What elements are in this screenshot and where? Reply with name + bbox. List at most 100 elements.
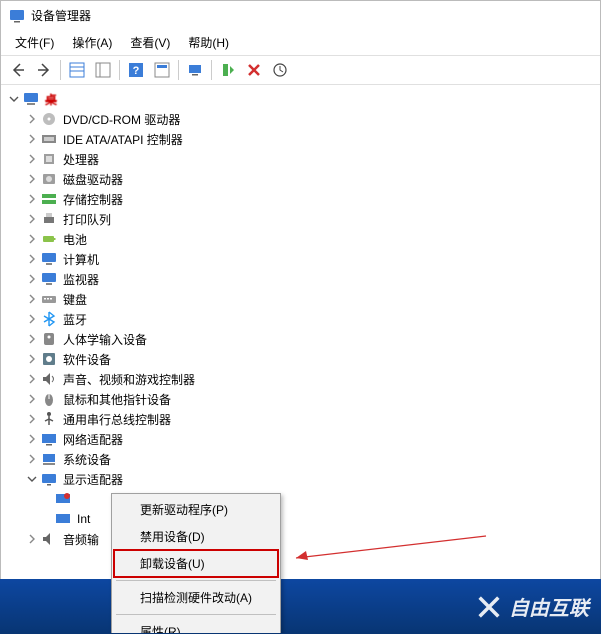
scan-hardware-button[interactable] [183,58,207,82]
watermark-bar: 自由互联 [0,579,601,634]
expand-icon[interactable] [25,332,39,346]
annotation-arrow [286,530,496,570]
audio-icon [41,531,57,547]
tree-category[interactable]: 系统设备 [3,449,598,469]
category-label: 蓝牙 [60,310,90,329]
expand-icon[interactable] [25,312,39,326]
category-label: 鼠标和其他指针设备 [60,390,174,409]
expand-icon[interactable] [25,372,39,386]
tree-category[interactable]: 存储控制器 [3,189,598,209]
detail-view-button[interactable] [65,58,89,82]
tree-item-gpu[interactable]: Int [3,509,598,529]
list-view-button[interactable] [91,58,115,82]
printer-icon [41,211,57,227]
expand-icon[interactable] [25,272,39,286]
expand-icon[interactable] [25,132,39,146]
ctx-scan-hardware[interactable]: 扫描检测硬件改动(A) [114,584,278,611]
battery-icon [41,231,57,247]
watermark-text: 自由互联 [509,592,589,621]
hid-icon [41,331,57,347]
disc-icon [41,111,57,127]
tree-category[interactable]: 电池 [3,229,598,249]
category-label: 音频输 [60,530,102,549]
device-tree[interactable]: 桌 DVD/CD-ROM 驱动器IDE ATA/ATAPI 控制器处理器磁盘驱动… [1,85,600,633]
tree-category[interactable]: 通用串行总线控制器 [3,409,598,429]
collapse-icon[interactable] [25,472,39,486]
expand-icon[interactable] [25,152,39,166]
ide-icon [41,131,57,147]
expand-icon[interactable] [25,412,39,426]
expand-icon[interactable] [25,192,39,206]
expand-icon[interactable] [25,172,39,186]
back-button[interactable] [6,58,30,82]
tree-category[interactable]: 键盘 [3,289,598,309]
cpu-icon [41,151,57,167]
tree-category[interactable]: 网络适配器 [3,429,598,449]
tree-category[interactable]: 监视器 [3,269,598,289]
tree-category[interactable]: 蓝牙 [3,309,598,329]
menu-file[interactable]: 文件(F) [7,32,62,53]
category-label: 显示适配器 [60,470,126,489]
tree-category[interactable]: 软件设备 [3,349,598,369]
category-label: 存储控制器 [60,190,126,209]
expand-icon[interactable] [25,352,39,366]
tree-root[interactable]: 桌 [3,89,598,109]
expand-icon[interactable] [25,432,39,446]
tree-category[interactable]: IDE ATA/ATAPI 控制器 [3,129,598,149]
category-label: 键盘 [60,290,90,309]
expand-icon[interactable] [25,212,39,226]
usb-icon [41,411,57,427]
ctx-disable-device[interactable]: 禁用设备(D) [114,523,278,550]
collapse-icon[interactable] [7,92,21,106]
net-icon [41,431,57,447]
expand-icon[interactable] [25,452,39,466]
category-label: 磁盘驱动器 [60,170,126,189]
computer-icon [23,91,39,107]
properties-button[interactable] [150,58,174,82]
ctx-uninstall-device[interactable]: 卸载设备(U) [114,550,278,577]
device-manager-window: 设备管理器 文件(F) 操作(A) 查看(V) 帮助(H) ? 桌 DVD/CD… [0,0,601,634]
menu-action[interactable]: 操作(A) [64,32,120,53]
category-label: 人体学输入设备 [60,330,150,349]
tree-category[interactable]: 声音、视频和游戏控制器 [3,369,598,389]
app-icon [9,8,25,24]
expand-icon[interactable] [25,532,39,546]
separator [211,60,212,80]
expand-icon[interactable] [25,232,39,246]
tree-category-display[interactable]: 显示适配器 [3,469,598,489]
category-label: 打印队列 [60,210,114,229]
disk-icon [41,171,57,187]
expand-icon[interactable] [25,112,39,126]
uninstall-button[interactable] [242,58,266,82]
enable-button[interactable] [216,58,240,82]
expand-icon[interactable] [25,252,39,266]
menu-view[interactable]: 查看(V) [122,32,178,53]
menu-separator [116,580,276,581]
tree-category[interactable]: 计算机 [3,249,598,269]
sys-icon [41,451,57,467]
tree-category[interactable]: 磁盘驱动器 [3,169,598,189]
tree-item-gpu[interactable] [3,489,598,509]
tree-category[interactable]: 打印队列 [3,209,598,229]
forward-button[interactable] [32,58,56,82]
expand-icon[interactable] [25,292,39,306]
tree-category[interactable]: DVD/CD-ROM 驱动器 [3,109,598,129]
title-bar: 设备管理器 [1,1,600,30]
tree-category[interactable]: 人体学输入设备 [3,329,598,349]
expand-icon[interactable] [25,392,39,406]
update-driver-button[interactable] [268,58,292,82]
ctx-update-driver[interactable]: 更新驱动程序(P) [114,496,278,523]
tree-category[interactable]: 鼠标和其他指针设备 [3,389,598,409]
watermark: 自由互联 [475,592,589,621]
category-label: 监视器 [60,270,102,289]
storage-icon [41,191,57,207]
tree-category[interactable]: 处理器 [3,149,598,169]
ctx-properties[interactable]: 属性(R) [114,618,278,633]
menu-help[interactable]: 帮助(H) [180,32,237,53]
category-label: 电池 [60,230,90,249]
category-label: 系统设备 [60,450,114,469]
window-title: 设备管理器 [31,7,91,24]
help-button[interactable]: ? [124,58,148,82]
watermark-logo-icon [475,593,503,621]
sound-icon [41,371,57,387]
